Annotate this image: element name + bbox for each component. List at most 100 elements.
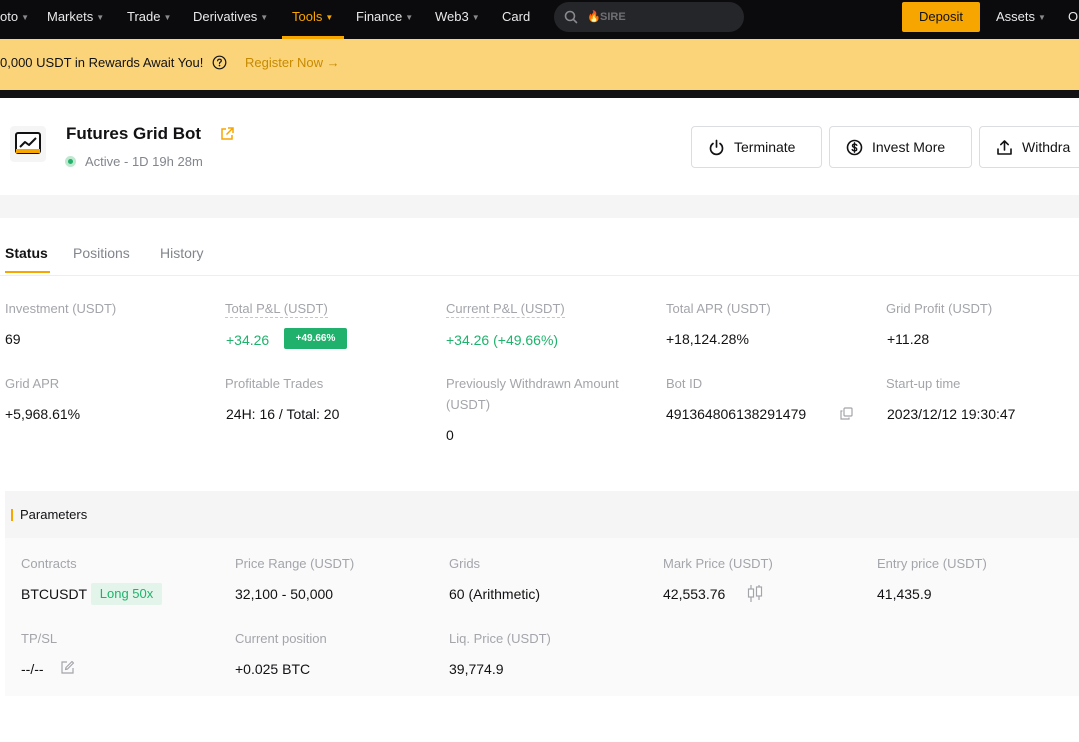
mark-price-value: 42,553.76 [663,586,726,602]
current-pnl-label[interactable]: Current P&L (USDT) [446,301,565,318]
grid-apr-value: +5,968.61% [5,406,81,422]
grids-label: Grids [449,556,481,571]
edit-icon[interactable] [60,660,75,675]
nav-item-assets[interactable]: Assets ▼ [996,0,1046,34]
nav-item-tools[interactable]: Tools ▼ [292,0,333,34]
chevron-down-icon: ▼ [405,13,414,22]
search-icon [564,10,578,24]
nav-item-orders[interactable]: O [1068,0,1078,34]
bot-id-label: Bot ID [666,376,703,391]
nav-item-web3[interactable]: Web3 ▼ [435,0,480,34]
bot-id-value: 491364806138291479 [666,406,807,422]
parameters-title: Parameters [20,507,88,522]
nav-item-crypto[interactable]: oto ▼ [0,0,29,34]
invest-more-label: Invest More [872,139,946,155]
deposit-button[interactable]: Deposit [902,2,980,32]
nav-item-derivatives[interactable]: Derivatives ▼ [193,0,268,34]
price-range-label: Price Range (USDT) [235,556,355,571]
top-nav-bar: oto ▼ Markets ▼ Trade ▼ Derivatives ▼ Tools ▼… [0,0,1079,39]
external-link-icon[interactable] [219,126,235,142]
search-input[interactable]: 🔥 SIRE [554,2,744,32]
prev-withdrawn-value: 0 [446,427,454,443]
register-now-link[interactable]: Register Now → [245,55,340,70]
tab-active-indicator [5,271,50,273]
grid-profit-label: Grid Profit (USDT) [886,301,993,316]
terminate-label: Terminate [734,139,796,155]
nav-item-finance[interactable]: Finance ▼ [356,0,413,34]
startup-time-label: Start-up time [886,376,961,391]
contracts-value: BTCUSDT [21,586,88,602]
status-dot-icon [65,156,76,167]
nav-label: oto [0,9,19,24]
total-pnl-percent-badge: +49.66% [284,328,347,349]
investment-label: Investment (USDT) [5,301,117,316]
parameters-header [5,491,1079,538]
power-icon [709,139,724,156]
nav-label: Tools [292,9,323,24]
upload-icon [997,140,1012,155]
current-pnl-value: +34.26 (+49.66%) [446,332,559,348]
tab-status[interactable]: Status [5,245,48,261]
prev-withdrawn-label-unit: (USDT) [446,397,491,412]
rewards-banner: 0,000 USDT in Rewards Await You! Registe… [0,39,1079,90]
search-trending-text: SIRE [600,11,626,23]
tpsl-label: TP/SL [21,631,58,646]
entry-price-label: Entry price (USDT) [877,556,987,571]
nav-label: Web3 [435,9,469,24]
nav-label: Finance [356,9,403,24]
liq-price-label: Liq. Price (USDT) [449,631,551,646]
startup-time-value: 2023/12/12 19:30:47 [887,406,1016,422]
total-pnl-value: +34.26 [226,332,270,348]
help-icon[interactable] [212,55,227,70]
prev-withdrawn-label: Previously Withdrawn Amount [446,376,619,391]
total-apr-label: Total APR (USDT) [666,301,771,316]
leverage-badge: Long 50x [91,583,162,605]
section-divider [0,195,1079,218]
nav-label: Derivatives [193,9,258,24]
chevron-down-icon: ▼ [325,13,334,22]
nav-item-markets[interactable]: Markets ▼ [47,0,104,34]
page-title: Futures Grid Bot [66,124,202,143]
nav-label: Assets [996,9,1036,24]
current-position-label: Current position [235,631,327,646]
nav-label: Trade [127,9,161,24]
withdraw-button[interactable]: Withdra [979,126,1079,168]
terminate-button[interactable]: Terminate [691,126,822,168]
total-pnl-label[interactable]: Total P&L (USDT) [225,301,328,318]
grid-profit-value: +11.28 [887,331,930,347]
chevron-down-icon: ▼ [260,13,269,22]
nav-label: O [1068,9,1079,24]
price-range-value: 32,100 - 50,000 [235,586,334,602]
copy-icon[interactable] [840,407,853,420]
candlestick-chart-icon[interactable] [745,584,765,603]
chevron-down-icon: ▼ [163,13,172,22]
entry-price-value: 41,435.9 [877,586,932,602]
bot-icon [10,126,46,162]
tab-divider [0,275,1079,276]
banner-text: 0,000 USDT in Rewards Await You! [0,55,204,70]
mark-price-label: Mark Price (USDT) [663,556,773,571]
tab-positions[interactable]: Positions [73,245,130,261]
hero-bottom-bar [0,90,1079,98]
chevron-down-icon: ▼ [96,13,105,22]
nav-label: Card [502,9,531,24]
chevron-down-icon: ▼ [471,13,480,22]
fire-icon: 🔥 [587,11,601,23]
contracts-label: Contracts [21,556,77,571]
nav-item-card[interactable]: Card [502,0,530,34]
nav-item-trade[interactable]: Trade ▼ [127,0,171,34]
profitable-trades-label: Profitable Trades [225,376,324,391]
parameters-accent-bar [11,509,13,521]
total-apr-value: +18,124.28% [666,331,749,347]
grids-value: 60 (Arithmetic) [449,586,541,602]
nav-label: Markets [47,9,94,24]
investment-value: 69 [5,331,21,347]
chevron-down-icon: ▼ [1038,13,1046,22]
invest-more-button[interactable]: Invest More [829,126,972,168]
profitable-trades-value: 24H: 16 / Total: 20 [226,406,340,422]
chevron-down-icon: ▼ [21,13,29,22]
coin-plus-icon [846,139,863,156]
chart-line-icon [15,132,41,154]
withdraw-label: Withdra [1022,139,1071,155]
tab-history[interactable]: History [160,245,204,261]
